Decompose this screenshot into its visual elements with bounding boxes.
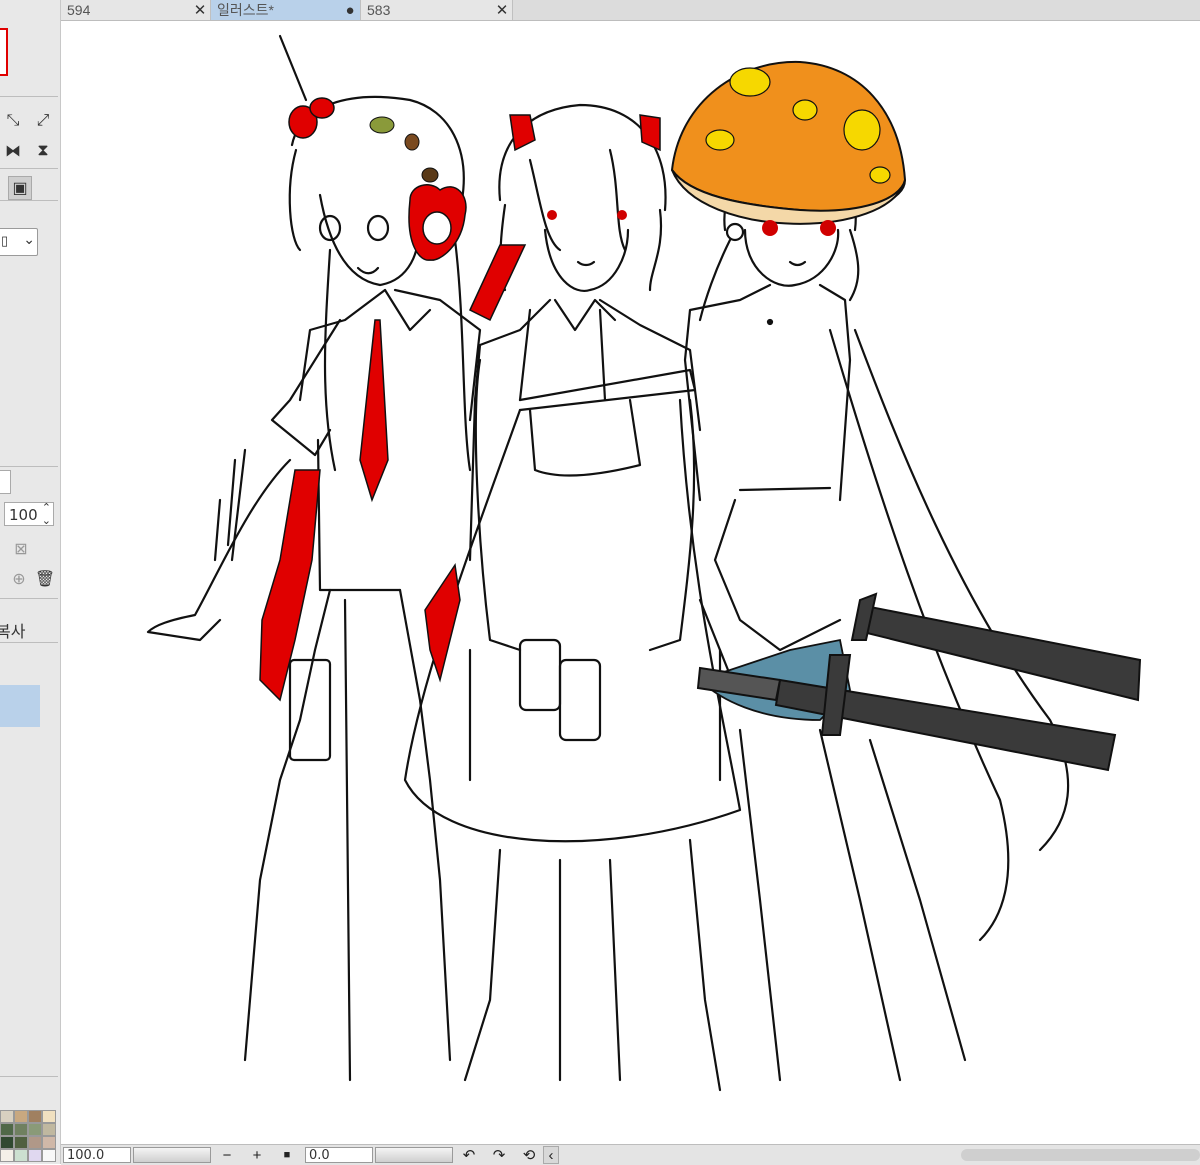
tab-illust[interactable]: 일러스트* ● bbox=[211, 0, 361, 20]
palette-swatch[interactable] bbox=[42, 1123, 56, 1136]
spinner-icon[interactable]: ⌃ ⌄ bbox=[42, 501, 51, 527]
left-tool-panel: ⤡ ⤢ ⧓ ⧗ ▣ ▯ ⌄ 100⌃⌄ ⊠ ⊕ 🗑 복사 bbox=[0, 0, 61, 1164]
layer-comp-icon[interactable]: ▣ bbox=[8, 176, 32, 200]
selected-layer-row[interactable] bbox=[0, 685, 40, 727]
unsaved-dot-icon[interactable]: ● bbox=[340, 2, 360, 19]
rotate-left-icon[interactable]: ↶ bbox=[459, 1145, 479, 1165]
panel-divider bbox=[0, 642, 58, 643]
zoom-input[interactable]: 100.0 bbox=[63, 1147, 131, 1163]
opacity-value: 100 bbox=[9, 506, 38, 524]
zoom-in-button[interactable]: + bbox=[247, 1145, 267, 1165]
tab-594[interactable]: 594 ✕ bbox=[61, 0, 211, 20]
panel-divider bbox=[0, 96, 58, 97]
document-tab-bar: 594 ✕ 일러스트* ● 583 ✕ bbox=[61, 0, 1200, 21]
rotate-right-icon[interactable]: ↷ bbox=[489, 1145, 509, 1165]
palette-swatch[interactable] bbox=[28, 1149, 42, 1162]
panel-divider bbox=[0, 168, 58, 169]
color-palette[interactable] bbox=[0, 1110, 58, 1164]
flip-horizontal-icon[interactable]: ⧓ bbox=[2, 140, 24, 162]
palette-swatch[interactable] bbox=[28, 1136, 42, 1149]
trash-icon[interactable]: 🗑 bbox=[34, 568, 56, 590]
layer-name: 복사 bbox=[0, 624, 26, 641]
horizontal-scrollbar[interactable] bbox=[961, 1149, 1200, 1161]
drawing-canvas[interactable] bbox=[61, 21, 1200, 1144]
panel-divider bbox=[0, 200, 58, 201]
rotation-slider[interactable] bbox=[375, 1147, 453, 1163]
zoom-out-button[interactable]: − bbox=[217, 1145, 237, 1165]
palette-swatch[interactable] bbox=[42, 1110, 56, 1123]
palette-swatch[interactable] bbox=[14, 1123, 28, 1136]
expand-icon[interactable]: ⤡ bbox=[2, 110, 24, 132]
opacity-input[interactable]: 100 ⌃ ⌄ bbox=[4, 501, 54, 527]
illustration bbox=[146, 34, 1142, 1092]
palette-swatch[interactable] bbox=[0, 1123, 14, 1136]
rotation-value: 0.0 bbox=[309, 1148, 330, 1163]
reset-rotation-icon[interactable]: ⟲ bbox=[519, 1145, 539, 1165]
palette-swatch[interactable] bbox=[28, 1110, 42, 1123]
status-bar: 100.0 − + ■ 0.0 ↶ ↷ ⟲ ‹ bbox=[61, 1144, 1200, 1165]
panel-divider bbox=[0, 1076, 58, 1077]
tab-label: 583 bbox=[367, 2, 391, 18]
scroll-left-icon[interactable]: ‹ bbox=[543, 1146, 559, 1164]
fit-icon[interactable]: ⤢ bbox=[32, 110, 54, 132]
mask-icon[interactable]: ⊠ bbox=[10, 538, 32, 560]
palette-swatch[interactable] bbox=[14, 1149, 28, 1162]
flip-vertical-icon[interactable]: ⧗ bbox=[32, 140, 54, 162]
close-icon[interactable]: ✕ bbox=[492, 1, 512, 19]
palette-swatch[interactable] bbox=[0, 1149, 14, 1162]
tab-label: 일러스트* bbox=[217, 2, 274, 18]
panel-divider bbox=[0, 598, 58, 599]
palette-swatch[interactable] bbox=[0, 1110, 14, 1123]
palette-swatch[interactable] bbox=[0, 1136, 14, 1149]
new-layer-icon[interactable]: ⊕ bbox=[8, 568, 30, 590]
stop-button[interactable]: ■ bbox=[277, 1145, 297, 1165]
rotation-input[interactable]: 0.0 bbox=[305, 1147, 373, 1163]
palette-swatch[interactable] bbox=[42, 1149, 56, 1162]
blend-mode-select[interactable]: ▯ ⌄ bbox=[0, 228, 38, 256]
palette-swatch[interactable] bbox=[14, 1136, 28, 1149]
tab-label: 594 bbox=[67, 2, 91, 18]
close-icon[interactable]: ✕ bbox=[190, 1, 210, 19]
tab-583[interactable]: 583 ✕ bbox=[361, 0, 513, 20]
palette-swatch[interactable] bbox=[28, 1123, 42, 1136]
canvas-thumbnail[interactable] bbox=[0, 28, 8, 76]
panel-tab[interactable] bbox=[0, 470, 11, 494]
chevron-down-icon: ⌄ bbox=[23, 231, 35, 247]
palette-swatch[interactable] bbox=[14, 1110, 28, 1123]
zoom-value: 100.0 bbox=[67, 1148, 105, 1163]
palette-swatch[interactable] bbox=[42, 1136, 56, 1149]
panel-divider bbox=[0, 466, 58, 467]
zoom-slider[interactable] bbox=[133, 1147, 211, 1163]
